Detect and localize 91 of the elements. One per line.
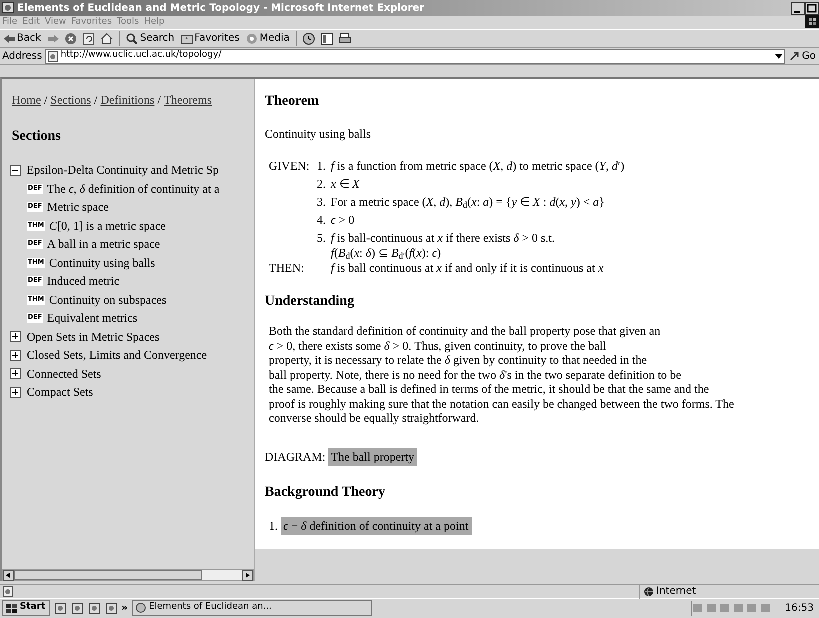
scroll-right-icon[interactable] <box>242 570 253 580</box>
media-button[interactable]: Media <box>242 30 293 47</box>
internet-zone-panel: Internet <box>639 584 819 599</box>
taskbar-button[interactable]: Elements of Euclidean an... <box>132 600 372 616</box>
page-link[interactable]: C[0, 1] is a metric space <box>49 216 166 235</box>
page-icon <box>48 50 58 62</box>
condition-text: f is a function from metric space (X, d) to metric space (Y, d′) <box>331 158 625 175</box>
search-icon <box>126 32 138 44</box>
globe-icon <box>644 586 654 596</box>
clock: 16:53 <box>785 602 814 616</box>
page-link[interactable]: Continuity using balls <box>49 254 156 272</box>
given-label: GIVEN: <box>269 158 311 175</box>
breadcrumb-link[interactable]: Definitions <box>100 91 155 109</box>
section-link[interactable]: Compact Sets <box>27 383 94 402</box>
address-field[interactable]: http://www.uclic.ucl.ac.uk/topology/ <box>44 48 785 64</box>
paragraph-line: the same. Because a ball is defined in terms of the metric, it should be that the same and the <box>269 382 710 396</box>
paragraph-line: Both the standard definition of continuity and the ball property pose that given an <box>269 324 662 338</box>
stop-icon <box>65 32 78 44</box>
page-link[interactable]: A ball in a metric space <box>47 235 160 254</box>
section-link[interactable]: Connected Sets <box>27 364 102 383</box>
breadcrumb-separator: / <box>93 92 99 109</box>
left-arrow-icon <box>3 32 15 44</box>
item-number: 4. <box>317 212 327 229</box>
maximize-button[interactable] <box>805 2 819 14</box>
paragraph-line: ball property. Note, there is no need for the two δ's in the two separate definition to be <box>269 368 683 382</box>
breadcrumb-separator: / <box>43 92 49 109</box>
window-title: Elements of Euclidean and Metric Topology - Microsoft Internet Explorer <box>18 2 424 16</box>
toggle-icon[interactable] <box>10 164 21 176</box>
condition-text: f(B$_{d}$(x: δ) ⊆ B$_{d′}$(f(x): ϵ) <box>331 247 442 259</box>
section-link[interactable]: Epsilon-Delta Continuity and Metric Sp <box>27 161 219 180</box>
back-button[interactable]: Back <box>0 30 44 47</box>
disc-icon <box>246 32 258 44</box>
section-heading: Understanding <box>265 293 356 311</box>
theorem-name: Continuity using balls <box>265 126 372 143</box>
breadcrumb-link[interactable]: Theorems <box>164 91 212 109</box>
section-heading: Background Theory <box>265 484 386 502</box>
section-heading: Theorem <box>265 93 320 111</box>
diagram-label: DIAGRAM: <box>265 448 326 466</box>
windows-logo-icon <box>805 15 819 28</box>
go-arrow-icon <box>790 50 800 62</box>
scroll-left-icon[interactable] <box>3 570 14 580</box>
background-link[interactable]: ϵ − δ definition of continuity at a point <box>280 516 472 534</box>
page-status-icon <box>3 586 13 597</box>
page-link[interactable]: Equivalent metrics <box>47 309 138 328</box>
page-link[interactable]: Metric space <box>47 198 109 216</box>
printer-icon <box>338 32 351 44</box>
toggle-icon[interactable] <box>10 350 21 361</box>
paragraph-line: property, it is necessary to relate the δ given by continuity to that needed in the <box>269 353 648 368</box>
page-link[interactable]: The ϵ, δ definition of continuity at a <box>47 180 220 198</box>
item-number: 3. <box>317 194 327 211</box>
breadcrumb-link[interactable]: Home <box>12 91 42 109</box>
section-link[interactable]: Closed Sets, Limits and Convergence <box>27 346 208 364</box>
breadcrumb-link[interactable]: Sections <box>50 91 92 109</box>
paragraph-line: converse should be equally straightforward. <box>269 411 480 426</box>
scrollbar-thumb[interactable] <box>14 570 202 580</box>
search-button[interactable]: Search <box>123 30 178 47</box>
item-number: 1. <box>269 518 278 534</box>
diagram-link[interactable]: The ball property <box>328 448 418 466</box>
windows-flag-icon <box>6 602 17 614</box>
toggle-icon[interactable] <box>10 368 21 380</box>
right-arrow-icon <box>47 32 60 44</box>
horizontal-scrollbar[interactable] <box>2 569 254 581</box>
browser-window-icon <box>2 2 15 14</box>
address-label: Address <box>2 50 42 64</box>
condition-text: ϵ > 0 <box>331 212 355 229</box>
item-number: 5. <box>317 230 327 247</box>
conclusion-text: f is ball continuous at x if and only if it is continuous at x <box>331 260 604 277</box>
house-icon <box>101 32 114 44</box>
clock-icon <box>302 32 315 44</box>
page-icon <box>83 32 96 44</box>
item-number: 2. <box>317 176 327 193</box>
page-link[interactable]: Continuity on subspaces <box>49 290 167 309</box>
favorites-button[interactable]: Favorites <box>178 30 243 47</box>
paragraph-line: proof is roughly making sure that the notation can easily be changed between the two forms. The <box>269 396 736 411</box>
condition-text: For a metric space (X, d), B$_{d}$(x: a) = {y ∈ X : d(x, y) < a} <box>331 194 605 211</box>
sidebar-heading: Sections <box>11 128 62 146</box>
paragraph-line: ϵ > 0, there exists some δ > 0. Thus, given continuity, to prove the ball <box>269 338 608 353</box>
start-button[interactable]: Start <box>2 600 50 616</box>
item-number: 1. <box>317 158 327 175</box>
page-link[interactable]: Induced metric <box>47 272 120 290</box>
condition-text: f is ball-continuous at x if there exists δ > 0 s.t. <box>331 230 556 247</box>
go-button[interactable]: Go <box>787 48 819 64</box>
condition-text: x ∈ X <box>331 176 360 193</box>
section-link[interactable]: Open Sets in Metric Spaces <box>27 328 160 346</box>
toggle-icon[interactable] <box>10 331 21 342</box>
then-label: THEN: <box>269 260 306 277</box>
minimize-button[interactable] <box>791 2 805 14</box>
dropdown-arrow-icon <box>774 52 784 60</box>
more-button[interactable]: » <box>122 600 128 616</box>
toggle-icon[interactable] <box>10 386 21 398</box>
breadcrumb-separator: / <box>156 92 162 109</box>
